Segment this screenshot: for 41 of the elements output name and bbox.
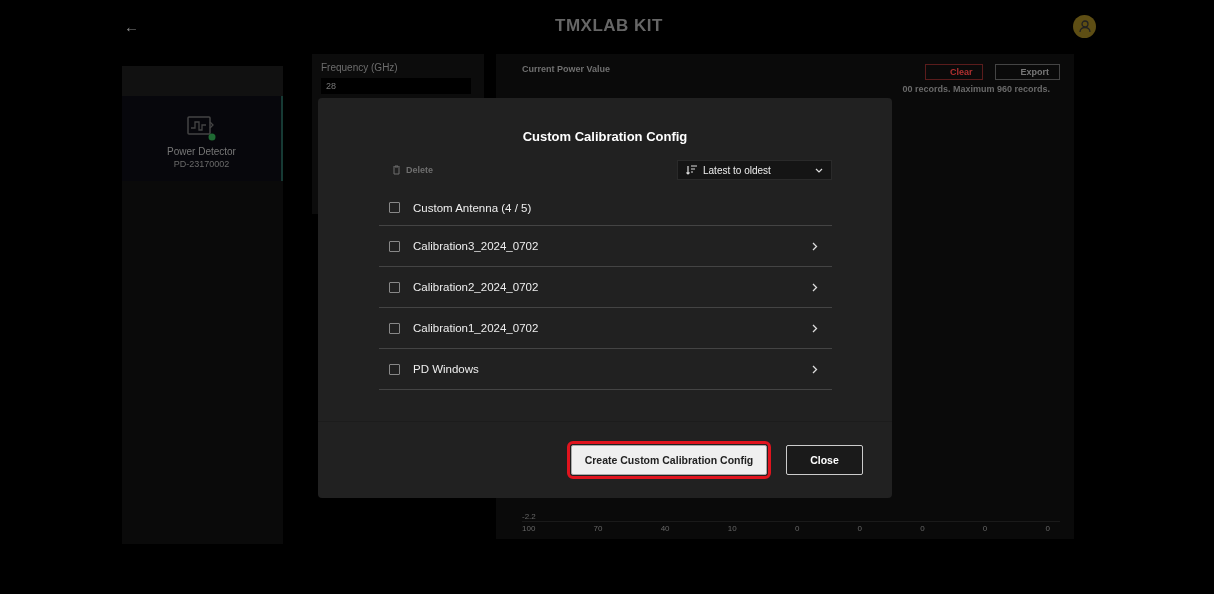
checkbox[interactable]: [389, 240, 400, 252]
axis-tick-label: 0: [1045, 524, 1050, 533]
axis-tick-label: 70: [593, 524, 603, 533]
frequency-label: Frequency (GHz): [321, 62, 398, 73]
config-name[interactable]: Calibration2_2024_0702: [413, 281, 799, 293]
chevron-right-icon: [812, 282, 818, 292]
config-name[interactable]: Calibration3_2024_0702: [413, 240, 799, 252]
dialog-title: Custom Calibration Config: [521, 129, 689, 144]
axis-tick-label: 10: [727, 524, 737, 533]
axis-tick-label: 0: [982, 524, 988, 533]
export-button[interactable]: Export: [995, 64, 1060, 80]
power-label: Current Power Value: [522, 64, 611, 74]
back-button[interactable]: ←: [118, 17, 145, 35]
sort-icon: [686, 165, 697, 175]
chevron-right-icon: [812, 364, 818, 374]
avatar-button[interactable]: [1073, 14, 1096, 38]
config-name[interactable]: Calibration1_2024_0702: [413, 322, 799, 334]
config-name: Custom Antenna (4 / 5): [413, 201, 533, 214]
frequency-field[interactable]: 28: [321, 78, 471, 94]
axis-tick-label: 100: [522, 524, 536, 533]
device-serial: PD-23170002: [173, 159, 230, 169]
chevron-right-icon: [812, 241, 818, 251]
axis-tick-label: 0: [794, 524, 800, 533]
sort-dropdown[interactable]: Latest to oldest: [677, 160, 832, 180]
trash-icon: [392, 165, 401, 175]
checkbox[interactable]: [389, 322, 400, 334]
device-name: Power Detector: [167, 146, 236, 157]
chevron-right-icon: [812, 323, 818, 333]
checkbox[interactable]: [389, 281, 400, 293]
checkbox[interactable]: [389, 202, 400, 213]
checkbox[interactable]: [389, 363, 400, 375]
axis-tick-label: 40: [660, 524, 670, 533]
person-icon: [1077, 19, 1092, 33]
app-logo: TMXLAB KIT: [555, 16, 663, 36]
axis-tick-label: 0: [857, 524, 862, 533]
records-note: 00 records. Maximum 960 records.: [902, 84, 1051, 94]
config-name[interactable]: PD Windows: [413, 363, 799, 375]
chevron-down-icon: [815, 167, 823, 173]
axis-tick-label: -2.2: [522, 512, 537, 521]
power-detector-icon: [186, 116, 217, 142]
close-button[interactable]: Close: [786, 445, 863, 475]
